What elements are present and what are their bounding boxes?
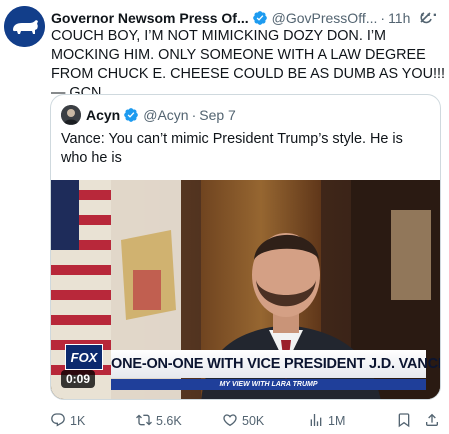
bookmark-icon [396,412,416,431]
like-icon [222,412,242,431]
repost-button[interactable]: 5.6K [136,412,182,430]
video-duration: 0:09 [61,370,96,388]
reply-count: 1K [70,414,86,428]
quote-avatar[interactable] [61,105,81,125]
tweet-text: COUCH BOY, I’M NOT MIMICKING DOZY DON. I… [51,28,445,101]
author-avatar[interactable] [4,6,45,47]
tweet[interactable]: Governor Newsom Press Of... @GovPressOff… [0,0,449,434]
video-chyron-subtitle: MY VIEW WITH LARA TRUMP [111,379,426,390]
tweet-actions: 1K 5.6K 50K 1M [50,412,442,430]
like-count: 50K [242,414,265,428]
tweet-header: Governor Newsom Press Of... @GovPressOff… [51,7,441,27]
quote-date[interactable]: Sep 7 [199,107,236,123]
views-button[interactable]: 1M [308,412,345,430]
more-icon[interactable]: ··· [420,7,439,25]
views-count: 1M [328,414,346,428]
fox-news-logo: FOX [65,344,103,370]
verified-badge-icon [252,10,268,26]
like-button[interactable]: 50K [222,412,264,430]
quote-author-name[interactable]: Acyn [86,107,120,123]
quote-author-handle[interactable]: @Acyn [143,107,188,123]
separator-dot: · [380,10,386,26]
share-icon [424,412,444,431]
video-chyron: ONE-ON-ONE WITH VICE PRESIDENT J.D. VANC… [111,350,440,378]
tweet-time[interactable]: 11h [388,10,410,26]
repost-icon [136,412,156,431]
repost-count: 5.6K [156,414,182,428]
video-player[interactable]: FOX ONE-ON-ONE WITH VICE PRESIDENT J.D. … [51,180,440,399]
views-icon [308,412,328,431]
quoted-tweet[interactable]: Acyn @Acyn · Sep 7 Vance: You can’t mimi… [50,94,441,400]
reply-icon [50,412,70,431]
share-button[interactable] [424,412,444,430]
bookmark-button[interactable] [396,412,416,430]
reply-button[interactable]: 1K [50,412,85,430]
separator-dot: · [191,107,197,123]
author-name[interactable]: Governor Newsom Press Of... [51,10,249,26]
quote-header: Acyn @Acyn · Sep 7 [61,105,236,125]
quote-text: Vance: You can’t mimic President Trump’s… [61,131,403,166]
verified-badge-icon [123,107,139,123]
author-handle[interactable]: @GovPressOff... [272,10,378,26]
